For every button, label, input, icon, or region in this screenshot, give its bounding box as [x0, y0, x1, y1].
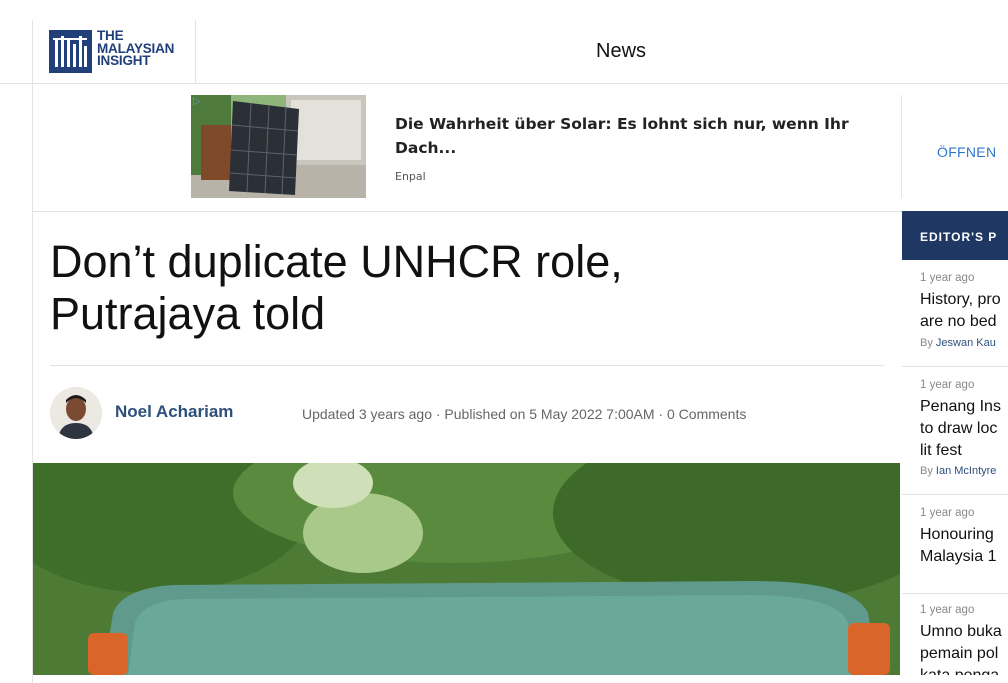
item-time: 1 year ago [920, 272, 975, 284]
article-meta: Updated 3 years ago · Published on 5 May… [302, 406, 747, 422]
sidebar-header: EDITOR'S P [902, 211, 1008, 260]
editors-picks-sidebar: EDITOR'S P 1 year ago History, pro are n… [902, 211, 1008, 675]
adchoices-icon[interactable]: ▷ [193, 96, 204, 107]
headline-line-1: Don’t duplicate UNHCR role, [50, 236, 623, 287]
ad-image[interactable] [191, 95, 366, 198]
avatar[interactable] [50, 387, 102, 439]
item-title[interactable]: History, pro are no bed [920, 289, 1001, 333]
ad-open-button[interactable]: ÖFFNEN [937, 144, 996, 160]
item-author-link[interactable]: Ian McIntyre [936, 465, 997, 477]
list-item[interactable]: 1 year ago Umno buka pemain pol kata pen… [902, 594, 1008, 675]
item-time: 1 year ago [920, 604, 975, 616]
headline-divider [50, 365, 884, 366]
advertisement-banner[interactable]: ▷ Die Wahrheit über Solar: Es lohnt sich… [33, 84, 1008, 212]
item-title[interactable]: Penang Ins to draw loc lit fest [920, 396, 1001, 462]
site-header: THE MALAYSIAN INSIGHT News [0, 0, 1008, 84]
ad-advertiser: Enpal [395, 170, 426, 183]
ad-divider [901, 95, 902, 198]
logo-wordmark: THE MALAYSIAN INSIGHT [97, 28, 175, 68]
logo-link[interactable]: THE MALAYSIAN INSIGHT [32, 20, 196, 83]
list-item[interactable]: 1 year ago Penang Ins to draw loc lit fe… [902, 367, 1008, 495]
item-byline: By Ian McIntyre [920, 465, 997, 477]
author-name-link[interactable]: Noel Achariam [115, 402, 233, 422]
item-time: 1 year ago [920, 507, 975, 519]
headline-line-2: Putrajaya told [50, 288, 326, 339]
item-title[interactable]: Umno buka pemain pol kata penga [920, 621, 1002, 675]
section-title[interactable]: News [596, 40, 646, 63]
ad-headline[interactable]: Die Wahrheit über Solar: Es lohnt sich n… [395, 112, 855, 160]
item-author-link[interactable]: Jeswan Kau [936, 337, 996, 349]
article-hero-image [33, 463, 900, 675]
item-title[interactable]: Honouring Malaysia 1 [920, 524, 996, 568]
list-item[interactable]: 1 year ago Honouring Malaysia 1 [902, 495, 1008, 594]
item-byline: By Jeswan Kau [920, 337, 996, 349]
article-headline: Don’t duplicate UNHCR role, Putrajaya to… [50, 236, 880, 340]
logo-mark-icon [49, 30, 92, 73]
item-time: 1 year ago [920, 379, 975, 391]
sidebar-heading: EDITOR'S P [920, 230, 998, 244]
list-item[interactable]: 1 year ago History, pro are no bed By Je… [902, 260, 1008, 367]
